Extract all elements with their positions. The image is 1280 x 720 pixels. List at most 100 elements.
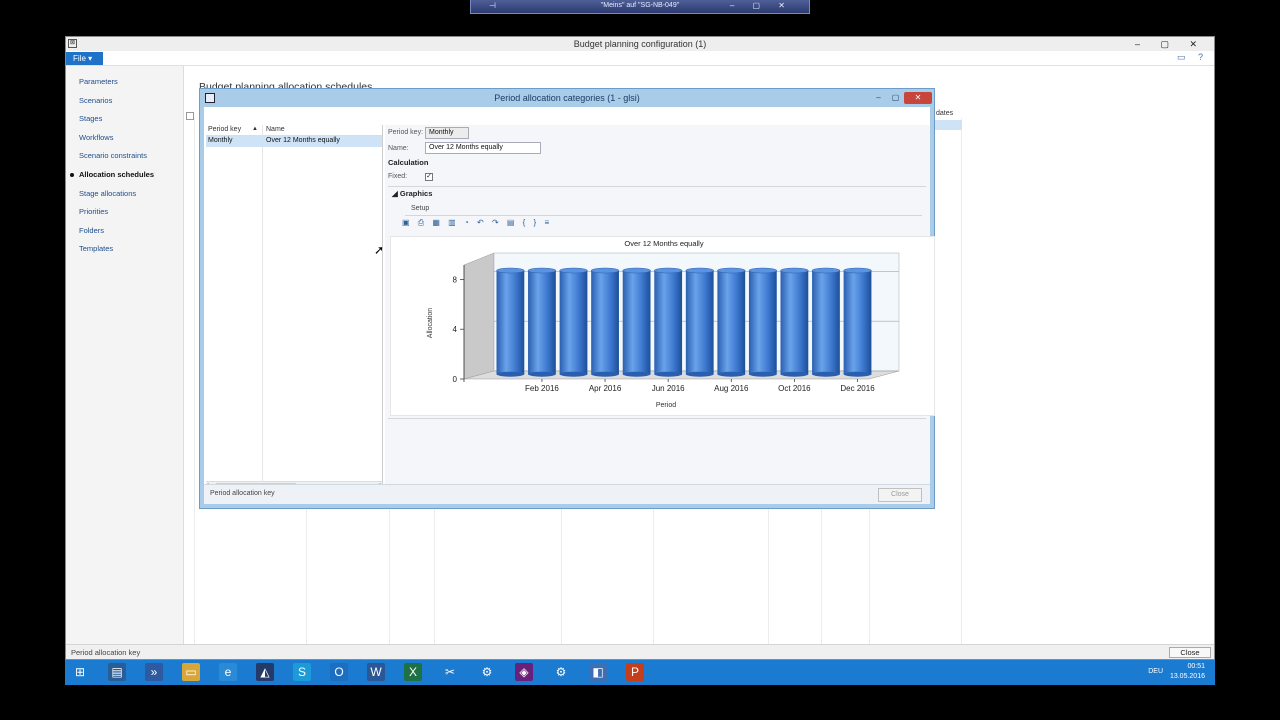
nav-item-stage-allocations[interactable]: Stage allocations	[79, 189, 136, 198]
name-field[interactable]: Over 12 Months equally	[425, 142, 541, 154]
dialog-status-bar: Period allocation key Close	[204, 484, 930, 504]
powerpoint-icon[interactable]: P	[626, 663, 644, 681]
network-icon[interactable]: ⚙	[478, 663, 496, 681]
help-icons[interactable]: ▭ ?	[1177, 52, 1208, 63]
minimize-icon[interactable]: ‒	[870, 92, 887, 104]
bar-nov-2016[interactable]	[811, 267, 841, 377]
nav-item-stages[interactable]: Stages	[79, 114, 102, 123]
remote-desktop-controls[interactable]: ‒ ▢ ✕	[730, 1, 793, 10]
row-name: Over 12 Months equally	[266, 137, 340, 144]
main-window-title: Budget planning configuration (1)	[573, 39, 707, 49]
x-tick-label: Aug 2016	[714, 384, 749, 393]
window-icon: ⊠	[68, 39, 77, 48]
allocation-chart: 0 4 8 Feb 2016 Apr 2016 Jun 2016 Aug 2016 Oct 2…	[390, 236, 935, 416]
bar-oct-2016[interactable]	[780, 267, 809, 377]
chart-side-wall	[463, 252, 495, 380]
x-tick-label: Apr 2016	[589, 384, 622, 393]
sort-ascending-icon: ▲	[252, 126, 258, 132]
server-manager-icon[interactable]: ▤	[108, 663, 126, 681]
taskbar: DEU 00:51 13.05.2016 ⊞ ▤ » ▭ e ◭ S O W X ✂ ⚙ ◈ ⚙ ◧ P	[65, 660, 1215, 685]
window-controls[interactable]: ‒ ▢ ✕	[1135, 37, 1206, 51]
excel-icon[interactable]: X	[404, 663, 422, 681]
bar-jul-2016[interactable]	[685, 267, 714, 377]
file-menu-button[interactable]: File ▾	[66, 52, 103, 65]
main-close-button[interactable]: Close	[1169, 647, 1211, 658]
nav-item-allocation-schedules[interactable]: Allocation schedules	[69, 170, 154, 179]
bar-mar-2016[interactable]	[559, 267, 588, 377]
bar-feb-2016[interactable]	[527, 267, 557, 377]
nav-item-scenarios[interactable]: Scenarios	[79, 96, 112, 105]
maximize-icon[interactable]: ▢	[887, 92, 904, 104]
remote-desktop-bar: ⊣ "Meins" auf "SG-NB-049" ‒ ▢ ✕	[470, 0, 810, 14]
period-key-list: Period key ▲ Name Monthly Over 12 Months…	[206, 125, 383, 503]
row-period-key: Monthly	[208, 137, 233, 144]
main-status-text: Period allocation key	[71, 648, 141, 657]
y-tick-label: 0	[453, 375, 458, 384]
dialog-title: Period allocation categories (1 - glsi)	[494, 93, 640, 103]
language-indicator[interactable]: DEU	[1148, 668, 1163, 675]
internet-explorer-icon[interactable]: e	[219, 663, 237, 681]
dialog-controls: ‒ ▢ ✕	[870, 91, 932, 104]
bar-apr-2016[interactable]	[590, 267, 620, 377]
select-all-checkbox[interactable]	[186, 112, 194, 120]
graphics-label: Graphics	[399, 189, 433, 198]
fixed-label: Fixed:	[388, 173, 408, 180]
settings-icon[interactable]: ⚙	[552, 663, 570, 681]
chart-svg: 0 4 8 Feb 2016 Apr 2016 Jun 2016 Aug 2016 Oct 2…	[427, 239, 900, 409]
fixed-checkbox[interactable]: ✓	[425, 173, 433, 181]
dynamics-ax-icon[interactable]: ◭	[256, 663, 274, 681]
period-key-label: Period key:	[388, 129, 424, 136]
period-key-header[interactable]: Period key	[208, 126, 241, 133]
dialog-close-button[interactable]: Close	[878, 488, 922, 502]
calculation-heading: Calculation	[388, 158, 429, 167]
list-item[interactable]: Monthly Over 12 Months equally	[206, 136, 382, 147]
y-tick-label: 4	[453, 325, 458, 334]
period-key-field[interactable]: Monthly	[425, 127, 469, 139]
outlook-icon[interactable]: O	[330, 663, 348, 681]
x-tick-label: Jun 2016	[652, 384, 685, 393]
x-tick-label: Oct 2016	[778, 384, 811, 393]
name-header[interactable]: Name	[266, 126, 285, 133]
bar-aug-2016[interactable]	[717, 267, 746, 377]
bar-jun-2016[interactable]	[654, 267, 683, 377]
file-explorer-icon[interactable]: ▭	[182, 663, 200, 681]
selected-row[interactable]	[934, 120, 962, 130]
nav-item-scenario-constraints[interactable]: Scenario constraints	[79, 151, 147, 160]
nav-item-folders[interactable]: Folders	[79, 226, 104, 235]
dates-column-header[interactable]: dates	[936, 110, 953, 117]
chart-title: Over 12 Months equally	[624, 239, 703, 248]
list-header: Period key ▲ Name	[206, 125, 382, 136]
main-title-bar: ⊠ Budget planning configuration (1) ‒ ▢ …	[66, 37, 1214, 51]
x-tick-label: Dec 2016	[840, 384, 875, 393]
close-icon[interactable]: ✕	[904, 92, 932, 104]
clock-time: 00:51	[1187, 663, 1205, 670]
main-status-bar: Period allocation key Close	[66, 644, 1214, 659]
x-axis-label: Period	[656, 402, 676, 409]
y-axis-label: Allocation	[427, 308, 434, 338]
y-tick-label: 8	[453, 275, 458, 284]
dialog-icon	[205, 93, 215, 103]
clock[interactable]: 00:51 13.05.2016	[1170, 662, 1205, 682]
bar-sep-2016[interactable]	[748, 267, 777, 377]
navigation-pane: Parameters Scenarios Stages Workflows Scenar…	[66, 66, 184, 646]
installer-icon[interactable]: ◧	[589, 663, 607, 681]
nav-item-parameters[interactable]: Parameters	[79, 77, 118, 86]
skype-icon[interactable]: S	[293, 663, 311, 681]
nav-item-templates[interactable]: Templates	[79, 244, 113, 253]
bar-dec-2016[interactable]	[843, 267, 872, 377]
word-icon[interactable]: W	[367, 663, 385, 681]
setup-tab[interactable]: Setup	[411, 205, 429, 212]
file-bar: File ▾ ▭ ?	[66, 51, 1214, 66]
visual-studio-icon[interactable]: ◈	[515, 663, 533, 681]
mouse-cursor: ➚	[374, 243, 385, 257]
tools-icon[interactable]: ✂	[441, 663, 459, 681]
nav-item-workflows[interactable]: Workflows	[79, 133, 113, 142]
x-tick-label: Feb 2016	[525, 384, 559, 393]
bar-may-2016[interactable]	[622, 267, 651, 377]
nav-item-priorities[interactable]: Priorities	[79, 207, 108, 216]
windows-start-icon[interactable]: ⊞	[71, 663, 89, 681]
chart-toolbar[interactable]: ▣ ⎙ ▦ ▥ ◔ ↶ ↷ ▤ { } ≡	[402, 218, 552, 230]
bar-jan-2016[interactable]	[496, 267, 525, 377]
powershell-icon[interactable]: »	[145, 663, 163, 681]
graphics-heading[interactable]: ◢ Graphics	[392, 189, 432, 198]
